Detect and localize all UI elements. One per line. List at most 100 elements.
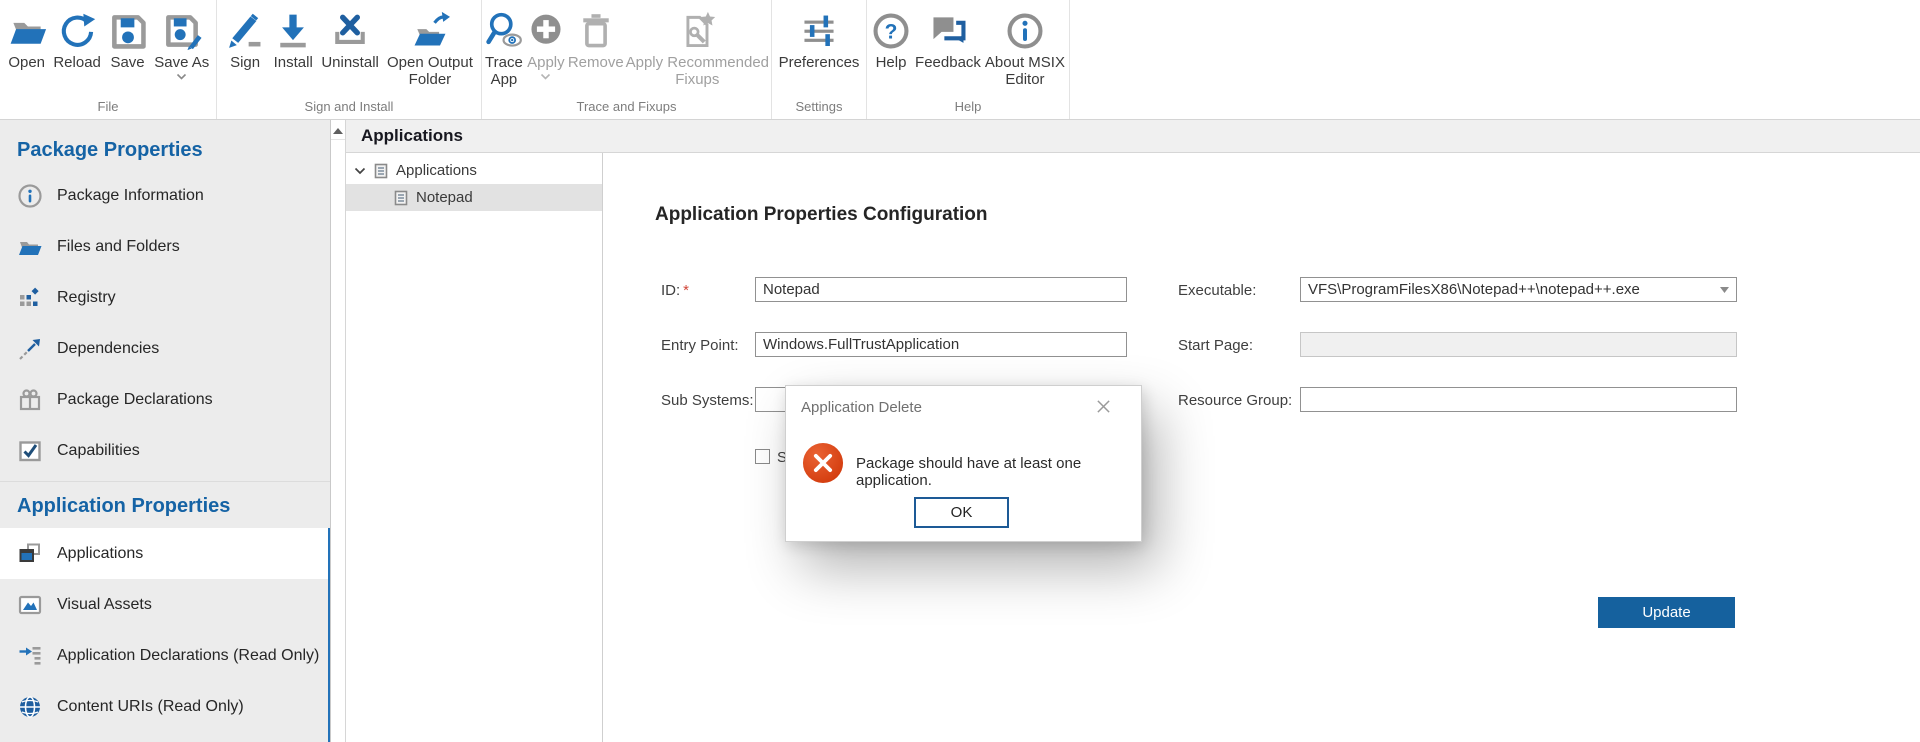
help-button-label: Help	[876, 54, 907, 71]
executable-combobox[interactable]	[1300, 277, 1737, 302]
chevron-down-icon[interactable]	[354, 167, 366, 175]
sidebar-item-package-information[interactable]: Package Information	[0, 170, 330, 221]
content-uris-globe-icon	[17, 694, 43, 720]
uninstall-icon	[330, 8, 370, 54]
executable-label: Executable:	[1178, 282, 1256, 299]
subsystem-checkbox[interactable]	[755, 449, 770, 464]
save-button[interactable]: Save	[108, 8, 148, 71]
preferences-button[interactable]: Preferences	[779, 8, 860, 71]
apply-recommended-fixups-button-label: Apply Recommended Fixups	[626, 54, 769, 88]
uninstall-button[interactable]: Uninstall	[321, 8, 379, 71]
page-title-text: Applications	[361, 126, 463, 146]
sidebar-item-label: Content URIs (Read Only)	[57, 698, 244, 716]
sidebar-item-package-declarations[interactable]: Package Declarations	[0, 374, 330, 425]
save-button-label: Save	[110, 54, 144, 71]
resource-group-label: Resource Group:	[1178, 392, 1292, 409]
package-properties-heading: Package Properties	[0, 120, 330, 170]
tree-node-label: Notepad	[416, 189, 473, 206]
trace-app-button[interactable]: Trace App	[484, 8, 524, 88]
dialog-title: Application Delete	[801, 399, 922, 416]
about-msix-editor-button[interactable]: About MSIX Editor	[985, 8, 1065, 88]
apply-recommended-fixups-button[interactable]: Apply Recommended Fixups	[626, 8, 769, 88]
tree-node-notepad[interactable]: Notepad	[346, 184, 602, 211]
close-icon[interactable]	[1096, 399, 1111, 414]
page-title: Applications	[346, 120, 1920, 153]
ribbon-group-help: ? Help Feedback About MSIX Editor	[867, 0, 1070, 119]
open-output-folder-button-label: Open Output Folder	[387, 54, 473, 88]
main-content: Applications Applications Notepad Appl	[346, 120, 1920, 742]
help-question-icon: ?	[871, 8, 911, 54]
entry-point-input[interactable]	[755, 332, 1127, 357]
trace-app-icon	[484, 8, 524, 54]
sidebar-item-registry[interactable]: Registry	[0, 272, 330, 323]
feedback-button-label: Feedback	[915, 54, 981, 71]
applications-windows-icon	[17, 541, 43, 567]
ok-button[interactable]: OK	[914, 497, 1009, 528]
install-button-label: Install	[274, 54, 313, 71]
remove-button[interactable]: Remove	[568, 8, 624, 71]
navigation-sidebar: Package Properties Package Information F…	[0, 120, 330, 742]
feedback-button[interactable]: Feedback	[915, 8, 981, 71]
open-output-folder-icon	[410, 8, 450, 54]
sidebar-item-files-and-folders[interactable]: Files and Folders	[0, 221, 330, 272]
ribbon-group-trace-and-fixups-label: Trace and Fixups	[482, 97, 771, 119]
sidebar-item-capabilities[interactable]: Capabilities	[0, 425, 330, 476]
id-input[interactable]	[755, 277, 1127, 302]
sidebar-item-application-declarations[interactable]: Application Declarations (Read Only)	[0, 630, 330, 681]
files-folder-icon	[17, 234, 43, 260]
dialog-message: Package should have at least one applica…	[856, 455, 1141, 489]
preferences-button-label: Preferences	[779, 54, 860, 71]
sidebar-item-label: Files and Folders	[57, 238, 180, 256]
sidebar-item-label: Registry	[57, 289, 116, 307]
open-button-label: Open	[8, 54, 45, 71]
ribbon-group-trace-and-fixups: Trace App Apply Remove	[482, 0, 772, 119]
save-as-icon	[162, 8, 202, 54]
sign-button[interactable]: Sign	[225, 8, 265, 71]
remove-trash-icon	[576, 8, 616, 54]
document-icon	[373, 163, 389, 179]
apply-button[interactable]: Apply	[526, 8, 566, 80]
ribbon-group-sign-and-install: Sign Install Uninstall	[217, 0, 482, 119]
sidebar-item-applications[interactable]: Applications	[0, 528, 330, 579]
dependencies-arrow-icon	[17, 336, 43, 362]
sidebar-item-label: Capabilities	[57, 442, 140, 460]
applications-tree-panel: Applications Notepad	[346, 153, 603, 742]
tree-node-applications[interactable]: Applications	[346, 157, 602, 184]
reload-button-label: Reload	[53, 54, 101, 71]
registry-grid-icon	[17, 285, 43, 311]
install-arrow-icon	[273, 8, 313, 54]
sidebar-scrollbar[interactable]	[330, 120, 346, 742]
msix-editor-window: Open Reload Save	[0, 0, 1920, 742]
chevron-down-icon	[176, 73, 187, 80]
install-button[interactable]: Install	[273, 8, 313, 71]
sidebar-item-label: Package Declarations	[57, 391, 213, 409]
sidebar-item-dependencies[interactable]: Dependencies	[0, 323, 330, 374]
info-circle-icon	[17, 183, 43, 209]
sidebar-item-label: Package Information	[57, 187, 204, 205]
open-folder-icon	[7, 8, 47, 54]
chevron-down-icon[interactable]	[1720, 287, 1729, 293]
ribbon-group-help-label: Help	[867, 97, 1069, 119]
open-output-folder-button[interactable]: Open Output Folder	[387, 8, 473, 88]
scroll-up-button[interactable]	[331, 120, 345, 140]
entry-point-label: Entry Point:	[661, 337, 739, 354]
executable-input[interactable]	[1300, 277, 1737, 302]
form-title: Application Properties Configuration	[655, 204, 988, 226]
help-button[interactable]: ? Help	[871, 8, 911, 71]
document-icon	[393, 190, 409, 206]
reload-button[interactable]: Reload	[53, 8, 101, 71]
start-page-label: Start Page:	[1178, 337, 1253, 354]
update-button[interactable]: Update	[1598, 597, 1735, 628]
sidebar-item-label: Dependencies	[57, 340, 159, 358]
save-as-button[interactable]: Save As	[154, 8, 209, 80]
remove-button-label: Remove	[568, 54, 624, 71]
uninstall-button-label: Uninstall	[321, 54, 379, 71]
resource-group-input[interactable]	[1300, 387, 1737, 412]
sign-button-label: Sign	[230, 54, 260, 71]
open-button[interactable]: Open	[7, 8, 47, 71]
sidebar-item-visual-assets[interactable]: Visual Assets	[0, 579, 330, 630]
sidebar-item-content-uris[interactable]: Content URIs (Read Only)	[0, 681, 330, 732]
ribbon-toolbar: Open Reload Save	[0, 0, 1920, 120]
sidebar-item-label: Application Declarations (Read Only)	[57, 647, 319, 665]
application-properties-heading: Application Properties	[0, 482, 330, 528]
